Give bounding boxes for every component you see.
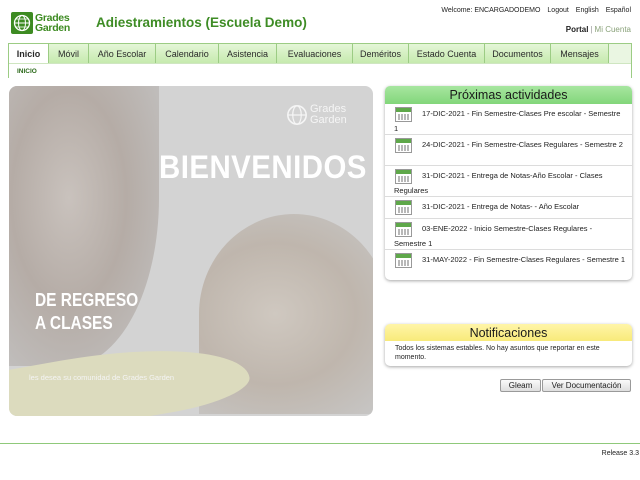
- welcome-banner: Grades Garden BIENVENIDOS DE REGRESO A C…: [9, 86, 373, 416]
- calendar-icon: [395, 169, 412, 184]
- banner-subheading-line2: A CLASES: [35, 313, 113, 333]
- banner-logo-text: Grades Garden: [310, 104, 347, 126]
- ver-documentacion-button[interactable]: Ver Documentación: [542, 379, 631, 392]
- calendar-icon: [395, 200, 412, 215]
- tab-calendario[interactable]: Calendario: [156, 44, 219, 63]
- tab-evaluaciones[interactable]: Evaluaciones: [277, 44, 353, 63]
- tab-documentos[interactable]: Documentos: [485, 44, 551, 63]
- grades-garden-logo[interactable]: Grades Garden: [11, 11, 81, 35]
- tab-demeritos[interactable]: Deméritos: [353, 44, 409, 63]
- banner-tagline: les desea su comunidad de Grades Garden: [29, 373, 175, 382]
- banner-logo-line2: Garden: [310, 114, 347, 126]
- english-link[interactable]: English: [576, 7, 599, 14]
- footer-divider: [0, 443, 640, 444]
- activity-text: 17-DIC-2021 - Fin Semestre-Clases Pre es…: [394, 109, 621, 133]
- banner-heading: BIENVENIDOS: [159, 149, 367, 185]
- notifications-text: Todos los sistemas estables. No hay asun…: [395, 345, 600, 361]
- tab-estado-cuenta[interactable]: Estado Cuenta: [409, 44, 485, 63]
- tab-mensajes[interactable]: Mensajes: [551, 44, 609, 63]
- mi-cuenta-link[interactable]: Mi Cuenta: [595, 25, 631, 34]
- notifications-title: Notificaciones: [385, 324, 632, 341]
- calendar-icon: [395, 107, 412, 122]
- tab-asistencia[interactable]: Asistencia: [219, 44, 277, 63]
- banner-globe-icon: [287, 105, 307, 125]
- activities-list: 17-DIC-2021 - Fin Semestre-Clases Pre es…: [385, 104, 632, 280]
- gleam-button[interactable]: Gleam: [500, 379, 541, 392]
- app-title: Adiestramientos (Escuela Demo): [96, 15, 307, 30]
- calendar-icon: [395, 138, 412, 153]
- activity-text: 03-ENE-2022 - Inicio Semestre-Clases Reg…: [394, 224, 593, 248]
- banner-subheading-line1: DE REGRESO: [35, 290, 139, 310]
- espanol-link[interactable]: Español: [606, 7, 631, 14]
- calendar-icon: [395, 222, 412, 237]
- main-navigation: Inicio Móvil Año Escolar Calendario Asis…: [8, 43, 632, 78]
- activity-item[interactable]: 17-DIC-2021 - Fin Semestre-Clases Pre es…: [385, 104, 632, 135]
- top-links: Welcome: ENCARGADODEMO Logout English Es…: [436, 7, 631, 14]
- activity-text: 31-DIC-2021 - Entrega de Notas-Año Escol…: [394, 171, 603, 195]
- portal-link[interactable]: Portal: [566, 25, 589, 34]
- activity-text: 31-MAY-2022 - Fin Semestre-Clases Regula…: [422, 255, 625, 264]
- portal-links: Portal | Mi Cuenta: [566, 25, 631, 34]
- nav-tabs: Inicio Móvil Año Escolar Calendario Asis…: [9, 44, 631, 63]
- activity-item[interactable]: 31-MAY-2022 - Fin Semestre-Clases Regula…: [385, 250, 632, 280]
- logo-line2: Garden: [35, 22, 70, 34]
- activity-text: 24-DIC-2021 - Fin Semestre-Clases Regula…: [422, 140, 623, 149]
- logo-wordmark: Grades Garden: [35, 13, 70, 34]
- activities-panel: Próximas actividades 17-DIC-2021 - Fin S…: [385, 86, 632, 280]
- logout-link[interactable]: Logout: [547, 7, 568, 14]
- tab-inicio[interactable]: Inicio: [9, 44, 49, 63]
- banner-logo: Grades Garden: [286, 104, 347, 126]
- activity-text: 31-DIC-2021 - Entrega de Notas- - Año Es…: [422, 202, 580, 211]
- tab-movil[interactable]: Móvil: [49, 44, 89, 63]
- portal-separator: |: [590, 25, 593, 34]
- notifications-panel: Notificaciones Todos los sistemas establ…: [385, 324, 632, 366]
- globe-icon: [11, 12, 33, 34]
- breadcrumb: INICIO: [9, 63, 631, 78]
- activity-item[interactable]: 03-ENE-2022 - Inicio Semestre-Clases Reg…: [385, 219, 632, 250]
- banner-subheading: DE REGRESO A CLASES: [35, 289, 138, 335]
- activity-item[interactable]: 31-DIC-2021 - Entrega de Notas- - Año Es…: [385, 197, 632, 219]
- tab-ano-escolar[interactable]: Año Escolar: [89, 44, 156, 63]
- activities-title: Próximas actividades: [385, 86, 632, 104]
- calendar-icon: [395, 253, 412, 268]
- activity-item[interactable]: 31-DIC-2021 - Entrega de Notas-Año Escol…: [385, 166, 632, 197]
- release-version: Release 3.3: [601, 450, 639, 457]
- activity-item[interactable]: 24-DIC-2021 - Fin Semestre-Clases Regula…: [385, 135, 632, 166]
- welcome-text: Welcome: ENCARGADODEMO: [441, 7, 541, 14]
